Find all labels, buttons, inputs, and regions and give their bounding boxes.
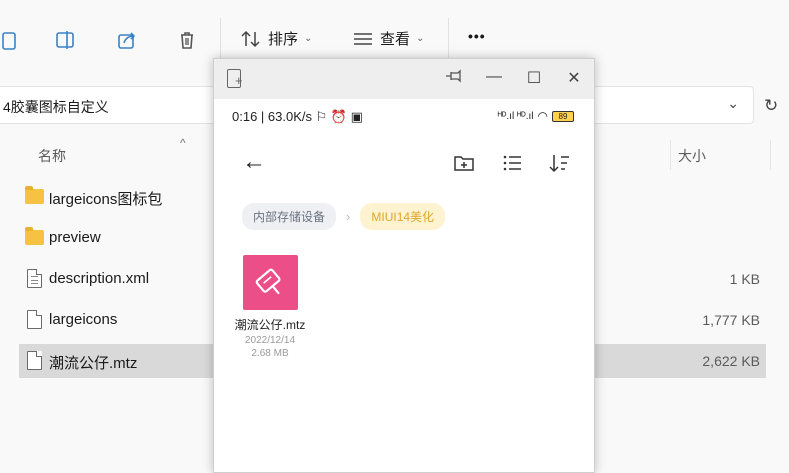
theme-file-icon <box>242 255 298 310</box>
breadcrumb-item-current[interactable]: MIUI14美化 <box>360 203 446 230</box>
view-button[interactable]: 查看 ⌄ <box>352 28 424 49</box>
status-time-speed: 0:16 | 63.0K/s ⚐ ⏰ ▣ <box>232 109 363 124</box>
breadcrumb-item[interactable]: 内部存储设备 <box>242 203 337 230</box>
folder-icon <box>25 227 44 245</box>
phone-mirror-window[interactable]: + — ☐ ✕ 0:16 | 63.0K/s ⚐ ⏰ ▣ ᴴᴰ.ıl ᴴᴰ.ıl… <box>213 58 595 473</box>
file-icon <box>27 310 42 329</box>
status-icons: ᴴᴰ.ıl ᴴᴰ.ıl ◠ 89 <box>498 109 574 123</box>
file-name: largeicons图标包 <box>49 191 163 208</box>
more-options-button[interactable]: ••• <box>468 28 486 44</box>
pin-icon[interactable] <box>442 68 466 89</box>
file-icon <box>27 351 42 370</box>
file-name: 潮流公仔.mtz <box>49 355 138 372</box>
sort-ascending-icon: ^ <box>180 136 186 150</box>
share-icon[interactable] <box>113 26 141 54</box>
phone-window-icon: + <box>224 67 246 91</box>
column-divider[interactable] <box>670 140 671 170</box>
breadcrumb: 内部存储设备 › MIUI14美化 <box>242 203 446 230</box>
paste-icon[interactable] <box>0 26 22 54</box>
file-size: 2,622 KB <box>702 353 760 369</box>
sort-button[interactable]: 排序 ⌄ <box>240 28 312 49</box>
back-arrow-icon[interactable]: ← <box>242 148 266 176</box>
file-manager-nav: ← <box>214 143 594 183</box>
phone-status-bar: 0:16 | 63.0K/s ⚐ ⏰ ▣ ᴴᴰ.ıl ᴴᴰ.ıl ◠ 89 <box>214 99 594 135</box>
file-name: description.xml <box>49 270 150 287</box>
toolbar-divider <box>448 18 449 62</box>
folder-icon <box>25 186 44 204</box>
chevron-right-icon: › <box>346 209 351 224</box>
delete-icon[interactable] <box>173 26 201 54</box>
rename-icon[interactable] <box>52 26 80 54</box>
file-name: preview <box>49 229 101 246</box>
wifi-icon: ◠ <box>537 109 548 123</box>
maximize-icon[interactable]: ☐ <box>522 68 546 88</box>
sort-icon <box>241 30 260 47</box>
address-path: 4胶囊图标自定义 <box>3 99 109 115</box>
toolbar-divider <box>220 18 221 62</box>
list-view-icon[interactable] <box>500 151 524 175</box>
chevron-down-icon: ⌄ <box>304 33 313 44</box>
minimize-icon[interactable]: — <box>482 68 506 86</box>
xml-file-icon <box>27 269 42 288</box>
file-name: largeicons <box>49 311 118 328</box>
chevron-down-icon: ⌄ <box>416 33 425 44</box>
sort-label: 排序 <box>268 31 299 48</box>
new-folder-icon[interactable] <box>452 151 476 175</box>
view-label: 查看 <box>380 31 411 48</box>
file-size: 1 KB <box>729 271 760 287</box>
close-icon[interactable]: ✕ <box>562 68 586 88</box>
file-item[interactable]: 潮流公仔.mtz 2022/12/14 2.68 MB <box>232 255 308 359</box>
column-divider[interactable] <box>770 140 771 170</box>
refresh-icon[interactable]: ↻ <box>764 96 778 116</box>
sort-icon[interactable] <box>548 151 572 175</box>
window-title-bar[interactable]: + — ☐ ✕ <box>214 59 594 99</box>
chevron-down-icon[interactable]: ⌄ <box>727 95 739 112</box>
file-item-size: 2.68 MB <box>251 348 289 359</box>
column-header-size[interactable]: 大小 <box>678 146 706 166</box>
file-item-date: 2022/12/14 <box>244 335 296 346</box>
battery-icon: 89 <box>552 110 574 122</box>
signal-icon: ᴴᴰ.ıl ᴴᴰ.ıl <box>497 110 534 122</box>
file-item-name: 潮流公仔.mtz <box>234 318 306 332</box>
view-icon <box>354 32 372 45</box>
file-size: 1,777 KB <box>702 312 760 328</box>
column-header-name[interactable]: 名称 <box>38 146 66 166</box>
